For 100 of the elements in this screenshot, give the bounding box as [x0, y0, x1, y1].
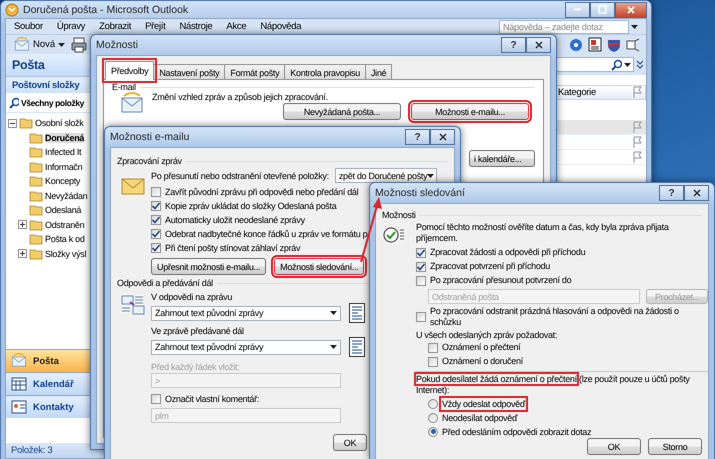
- shield-icon[interactable]: [607, 38, 621, 52]
- envelope-icon: [120, 92, 144, 114]
- tab[interactable]: Předvolby: [105, 61, 154, 80]
- expand-icon[interactable]: [18, 220, 27, 230]
- reply-forward-icon: [121, 294, 145, 316]
- flag-icon: [632, 120, 642, 134]
- tab[interactable]: Kontrola pravopisu: [284, 64, 366, 80]
- radio-button[interactable]: [428, 412, 438, 422]
- window-title: Doručená pošta - Microsoft Outlook: [23, 4, 188, 16]
- window-title: Možnosti e-mailu: [110, 131, 190, 143]
- checkbox[interactable]: [428, 356, 438, 366]
- forward-dropdown[interactable]: Zahrnout text původní zprávy: [151, 340, 341, 354]
- collapse-icon[interactable]: [8, 118, 17, 128]
- help-button[interactable]: ?: [659, 185, 684, 201]
- checkbox[interactable]: [416, 248, 426, 258]
- address-book-icon[interactable]: [588, 37, 602, 52]
- radio-label[interactable]: Před odesláním odpovědi zobrazit dotaz: [442, 426, 592, 436]
- radio-button[interactable]: [428, 426, 438, 436]
- checkbox-label[interactable]: Automaticky uložit neodeslané zprávy: [165, 214, 305, 224]
- folder-item[interactable]: Nevyžádan: [45, 190, 88, 201]
- checkbox-label[interactable]: Zavřít původní zprávu při odpovědi nebo předání dál: [165, 186, 358, 196]
- folder-item[interactable]: Odeslaná: [45, 205, 82, 216]
- checkbox[interactable]: [416, 312, 426, 322]
- checkbox-label[interactable]: Po zpracování odstranit prázdná hlasování a odpovědi na žádosti o schůzku: [430, 306, 708, 328]
- nav-button[interactable]: Kontakty: [6, 395, 93, 418]
- ok-button[interactable]: OK: [587, 438, 641, 455]
- calendar-options-button[interactable]: i kalendáře...: [469, 150, 535, 167]
- dialog-button[interactable]: Nevyžádaná pošta...: [283, 103, 401, 120]
- maximize-button[interactable]: [590, 2, 615, 18]
- checkbox[interactable]: [151, 200, 161, 210]
- folder-item[interactable]: Odstraněn: [45, 220, 84, 230]
- menu-item[interactable]: Přejít: [145, 21, 166, 32]
- ok-button[interactable]: OK: [333, 434, 367, 451]
- chevron-icon[interactable]: [636, 60, 644, 70]
- checkbox-label[interactable]: Označit vlastní komentář:: [165, 394, 260, 404]
- checkbox[interactable]: [416, 262, 426, 272]
- checkbox[interactable]: [416, 276, 426, 286]
- menu-item[interactable]: Úpravy: [56, 21, 86, 32]
- nav-button[interactable]: Kalendář: [6, 372, 93, 395]
- checkbox-label[interactable]: Po zpracování přesunout potvrzení do: [430, 275, 572, 286]
- new-button[interactable]: Nová: [12, 36, 68, 52]
- menu-item[interactable]: Nástroje: [179, 21, 212, 32]
- search-field[interactable]: [556, 57, 634, 72]
- dialog-button[interactable]: Upřesnit možnosti e-mailu...: [151, 258, 266, 275]
- help-button[interactable]: ?: [501, 37, 526, 53]
- folder-dropdown[interactable]: zpět do Doručené pošty: [334, 168, 437, 183]
- description-text: Změní vzhled zpráv a způsob jejich zpracování.: [152, 92, 329, 102]
- folder-item[interactable]: Složky výsl: [45, 248, 86, 259]
- checkbox[interactable]: [151, 228, 161, 238]
- checkbox-label[interactable]: Oznámení o doručení: [442, 356, 523, 367]
- flag-icon: [632, 150, 642, 164]
- expand-icon[interactable]: [18, 249, 27, 258]
- folder-item[interactable]: Infected It: [45, 147, 82, 158]
- menu-item[interactable]: Akce: [226, 21, 246, 32]
- checkbox-label[interactable]: Při čtení pošty stínovat záhlaví zpráv: [165, 242, 300, 252]
- tools-icon[interactable]: [626, 38, 640, 52]
- folder-item[interactable]: Koncepty: [45, 176, 80, 186]
- tab[interactable]: Jiné: [364, 64, 392, 80]
- folder-item[interactable]: Všechny položky: [21, 98, 84, 108]
- minimize-button[interactable]: [565, 2, 590, 18]
- folder-item[interactable]: Doručená: [45, 132, 84, 143]
- checkbox-label[interactable]: Oznámení o přečtení: [442, 342, 520, 353]
- checkbox[interactable]: [151, 394, 161, 404]
- radio-button[interactable]: [428, 398, 438, 408]
- search-folder-icon: [8, 96, 19, 108]
- menu-item[interactable]: Soubor: [14, 21, 43, 32]
- folder-item[interactable]: Informačn: [45, 162, 82, 172]
- tab[interactable]: Formát pošty: [224, 64, 286, 80]
- menu-item[interactable]: Zobrazit: [99, 21, 132, 32]
- radio-label[interactable]: Vždy odeslat odpověď: [442, 398, 526, 408]
- help-button[interactable]: ?: [405, 129, 430, 145]
- cancel-button[interactable]: Storno: [648, 438, 702, 455]
- folder-icon: [29, 130, 43, 145]
- reply-dropdown[interactable]: Zahrnout text původní zprávy: [151, 306, 341, 320]
- close-button[interactable]: [684, 185, 709, 201]
- checkbox-label[interactable]: Zpracovat žádosti a odpovědi při příchodu: [430, 247, 586, 258]
- checkbox[interactable]: [151, 186, 161, 196]
- close-button[interactable]: [430, 129, 455, 145]
- message-preview-icon: [349, 337, 365, 357]
- section-header: Poštovní složky: [6, 76, 93, 93]
- radio-label[interactable]: Neodesílat odpověď: [442, 412, 518, 422]
- nav-button[interactable]: Pošta: [6, 349, 93, 372]
- close-button[interactable]: [615, 2, 647, 18]
- dialog-button[interactable]: Možnosti sledování...: [274, 258, 364, 275]
- close-button[interactable]: [526, 37, 551, 53]
- checkbox-label[interactable]: Zpracovat potvrzení při příchodu: [430, 261, 550, 272]
- help-search-field[interactable]: Nápověda – zadejte dotaz: [499, 20, 629, 34]
- checkbox[interactable]: [151, 214, 161, 224]
- checkbox[interactable]: [151, 242, 161, 252]
- checkbox-label[interactable]: Odebrat nadbytečné konce řádků u zpráv ve formátu p: [165, 228, 368, 238]
- dialog-button[interactable]: Možnosti e-mailu...: [411, 103, 529, 120]
- menu-item[interactable]: Nápověda: [260, 21, 302, 32]
- checkbox[interactable]: [428, 342, 438, 352]
- maximize-icon: [598, 5, 607, 14]
- folder-item[interactable]: Osobní složk: [35, 118, 84, 128]
- checkbox-label[interactable]: Kopie zpráv ukládat do složky Odeslaná pošta: [165, 200, 336, 210]
- folder-item[interactable]: Pošta k od: [45, 234, 85, 244]
- help-icon[interactable]: [569, 38, 583, 52]
- group-title: Odpovědi a předávání dál: [117, 278, 213, 288]
- print-icon[interactable]: [71, 36, 88, 52]
